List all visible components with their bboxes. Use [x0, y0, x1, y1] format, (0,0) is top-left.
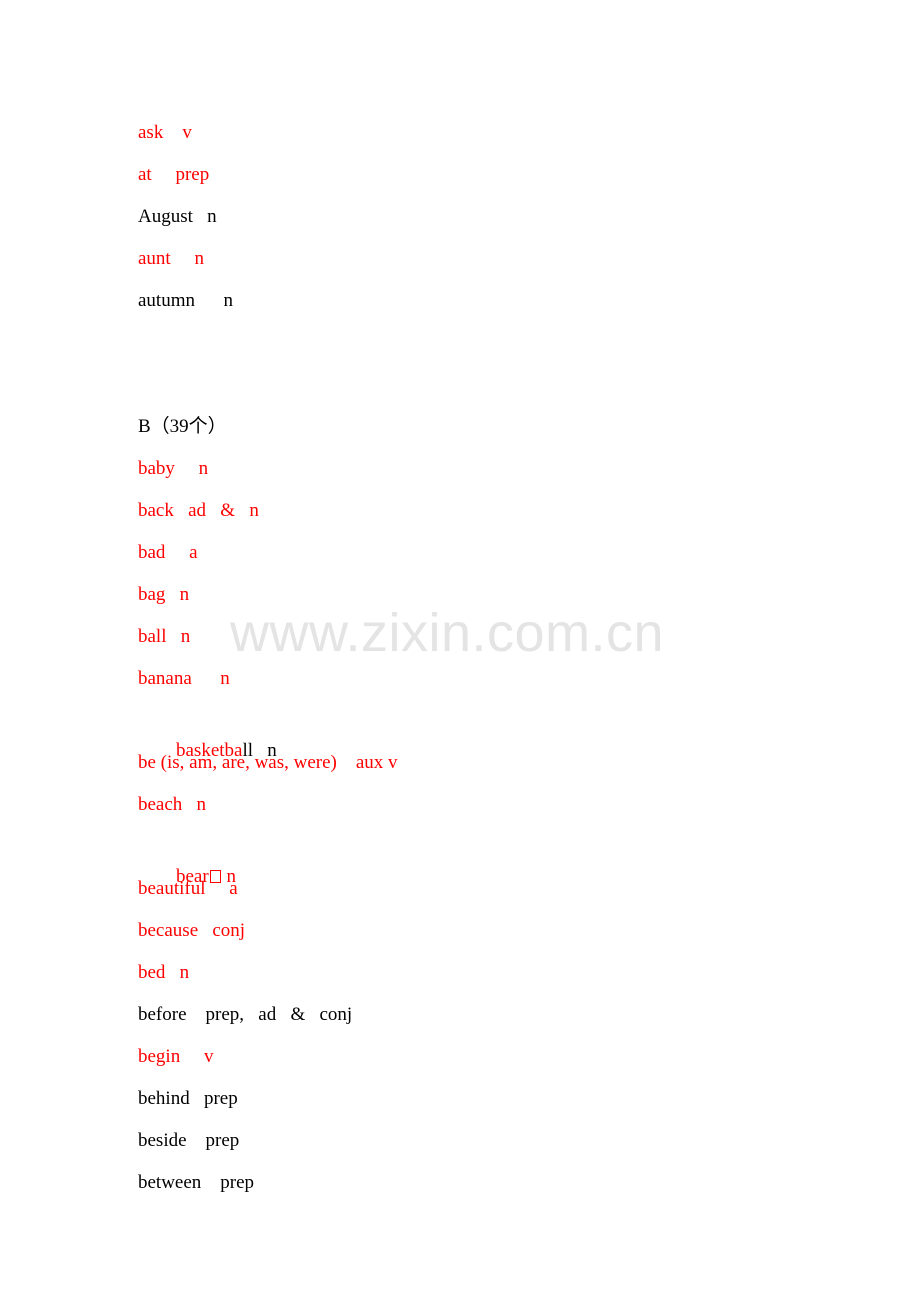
- word-entry-beside: beside prep: [138, 1130, 240, 1151]
- word-entry-between: between prep: [138, 1172, 255, 1193]
- word-list-group-b: baby n back ad & n bad a bag n ball n ba…: [138, 454, 838, 1210]
- word-entry-begin: begin v: [138, 1046, 214, 1067]
- word-entry-aunt: aunt n: [138, 248, 204, 269]
- word-entry-ball: ball n: [138, 626, 191, 647]
- word-entry-back: back ad & n: [138, 500, 259, 521]
- word-entry-autumn: autumn n: [138, 290, 233, 311]
- section-heading-b: B（39个）: [138, 416, 227, 437]
- word-entry-because: because conj: [138, 920, 246, 941]
- word-entry-baby: baby n: [138, 458, 209, 479]
- word-entry-bag: bag n: [138, 584, 190, 605]
- word-entry-banana: banana n: [138, 668, 230, 689]
- word-entry-beautiful: beautiful a: [138, 878, 238, 899]
- word-entry-behind: behind prep: [138, 1088, 238, 1109]
- word-entry-beach: beach n: [138, 794, 207, 815]
- word-entry-be: be (is, am, are, was, were) aux v: [138, 752, 398, 773]
- word-entry-bear: bear n: [138, 832, 838, 887]
- word-entry-bad: bad a: [138, 542, 198, 563]
- word-entry-ask: ask v: [138, 122, 192, 143]
- document-page: www.zixin.com.cn ask v at prep August n …: [0, 0, 920, 1302]
- word-entry-before: before prep, ad & conj: [138, 1004, 353, 1025]
- word-list-group-a: ask v at prep August n aunt n autumn n: [138, 118, 838, 328]
- word-list-content: ask v at prep August n aunt n autumn n B…: [138, 118, 838, 1210]
- word-entry-bed: bed n: [138, 962, 190, 983]
- word-entry-at: at prep: [138, 164, 210, 185]
- word-entry-basketball: basketball n: [138, 706, 838, 761]
- word-entry-august: August n: [138, 206, 217, 227]
